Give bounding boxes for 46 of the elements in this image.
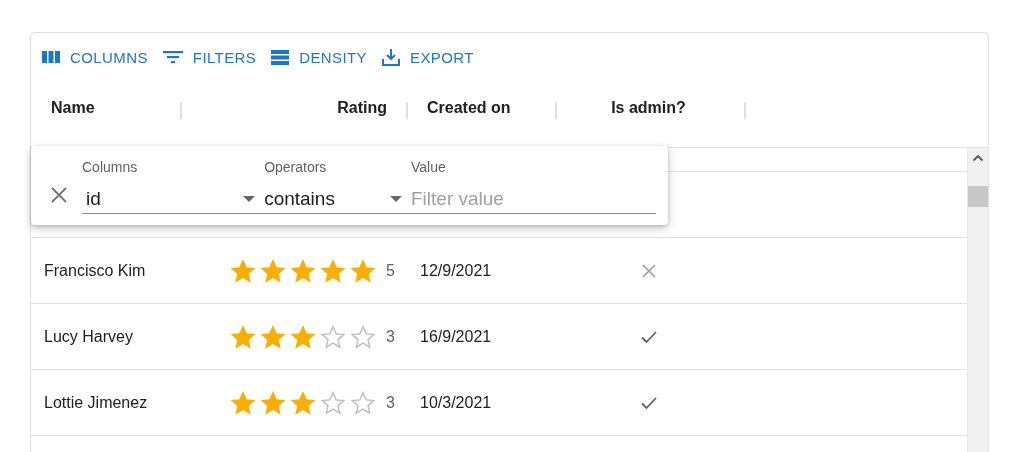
download-icon <box>381 47 401 67</box>
empty-star-icon <box>320 323 347 350</box>
column-select[interactable]: Columns id <box>82 159 265 213</box>
filled-star-icon <box>350 257 377 284</box>
filled-star-icon <box>260 323 287 350</box>
table-cell: Lucy Harvey <box>44 327 133 345</box>
table-cell: Francisco Kim <box>44 261 146 279</box>
filled-star-icon <box>320 257 347 284</box>
table-cell: 12/9/2021 <box>420 261 492 279</box>
scrollbar-thumb[interactable] <box>968 186 988 207</box>
toolbar-button[interactable]: FILTERS <box>159 45 259 69</box>
column-header[interactable]: Created on <box>427 99 511 117</box>
column-header[interactable]: Is admin? <box>611 99 686 117</box>
star-rating[interactable] <box>230 323 377 350</box>
filled-star-icon <box>260 389 287 416</box>
close-icon <box>50 186 68 204</box>
filled-star-icon <box>290 257 317 284</box>
rating-value: 5 <box>386 261 395 280</box>
operator-select[interactable]: Operators contains <box>264 159 411 213</box>
empty-star-icon <box>320 389 347 416</box>
dropdown-caret-icon <box>389 195 403 203</box>
scrollbar[interactable] <box>967 148 988 452</box>
empty-star-icon <box>350 389 377 416</box>
rating-value: 3 <box>386 327 395 346</box>
column-header[interactable]: Rating <box>337 99 387 117</box>
table-cell: 16/9/2021 <box>420 327 492 345</box>
filled-star-icon <box>230 257 257 284</box>
filled-star-icon <box>230 323 257 350</box>
filled-star-icon <box>290 323 317 350</box>
empty-star-icon <box>350 323 377 350</box>
toolbar-button[interactable]: EXPORT <box>379 45 476 69</box>
toolbar-button[interactable]: COLUMNS <box>39 45 150 69</box>
table-cell: Lottie Jimenez <box>44 393 148 411</box>
rating-value: 3 <box>386 393 395 412</box>
column-header[interactable]: Name <box>51 99 95 117</box>
table-cell: 10/3/2021 <box>420 393 492 411</box>
filled-star-icon <box>290 389 317 416</box>
scroll-up-icon[interactable] <box>972 154 984 162</box>
star-rating[interactable] <box>230 257 377 284</box>
filled-star-icon <box>260 257 287 284</box>
density-icon <box>270 47 291 67</box>
dropdown-caret-icon <box>242 195 257 203</box>
toolbar-button[interactable]: DENSITY <box>268 45 369 69</box>
star-rating[interactable] <box>230 389 377 416</box>
filled-star-icon <box>230 389 257 416</box>
field-label: Value <box>411 159 447 175</box>
